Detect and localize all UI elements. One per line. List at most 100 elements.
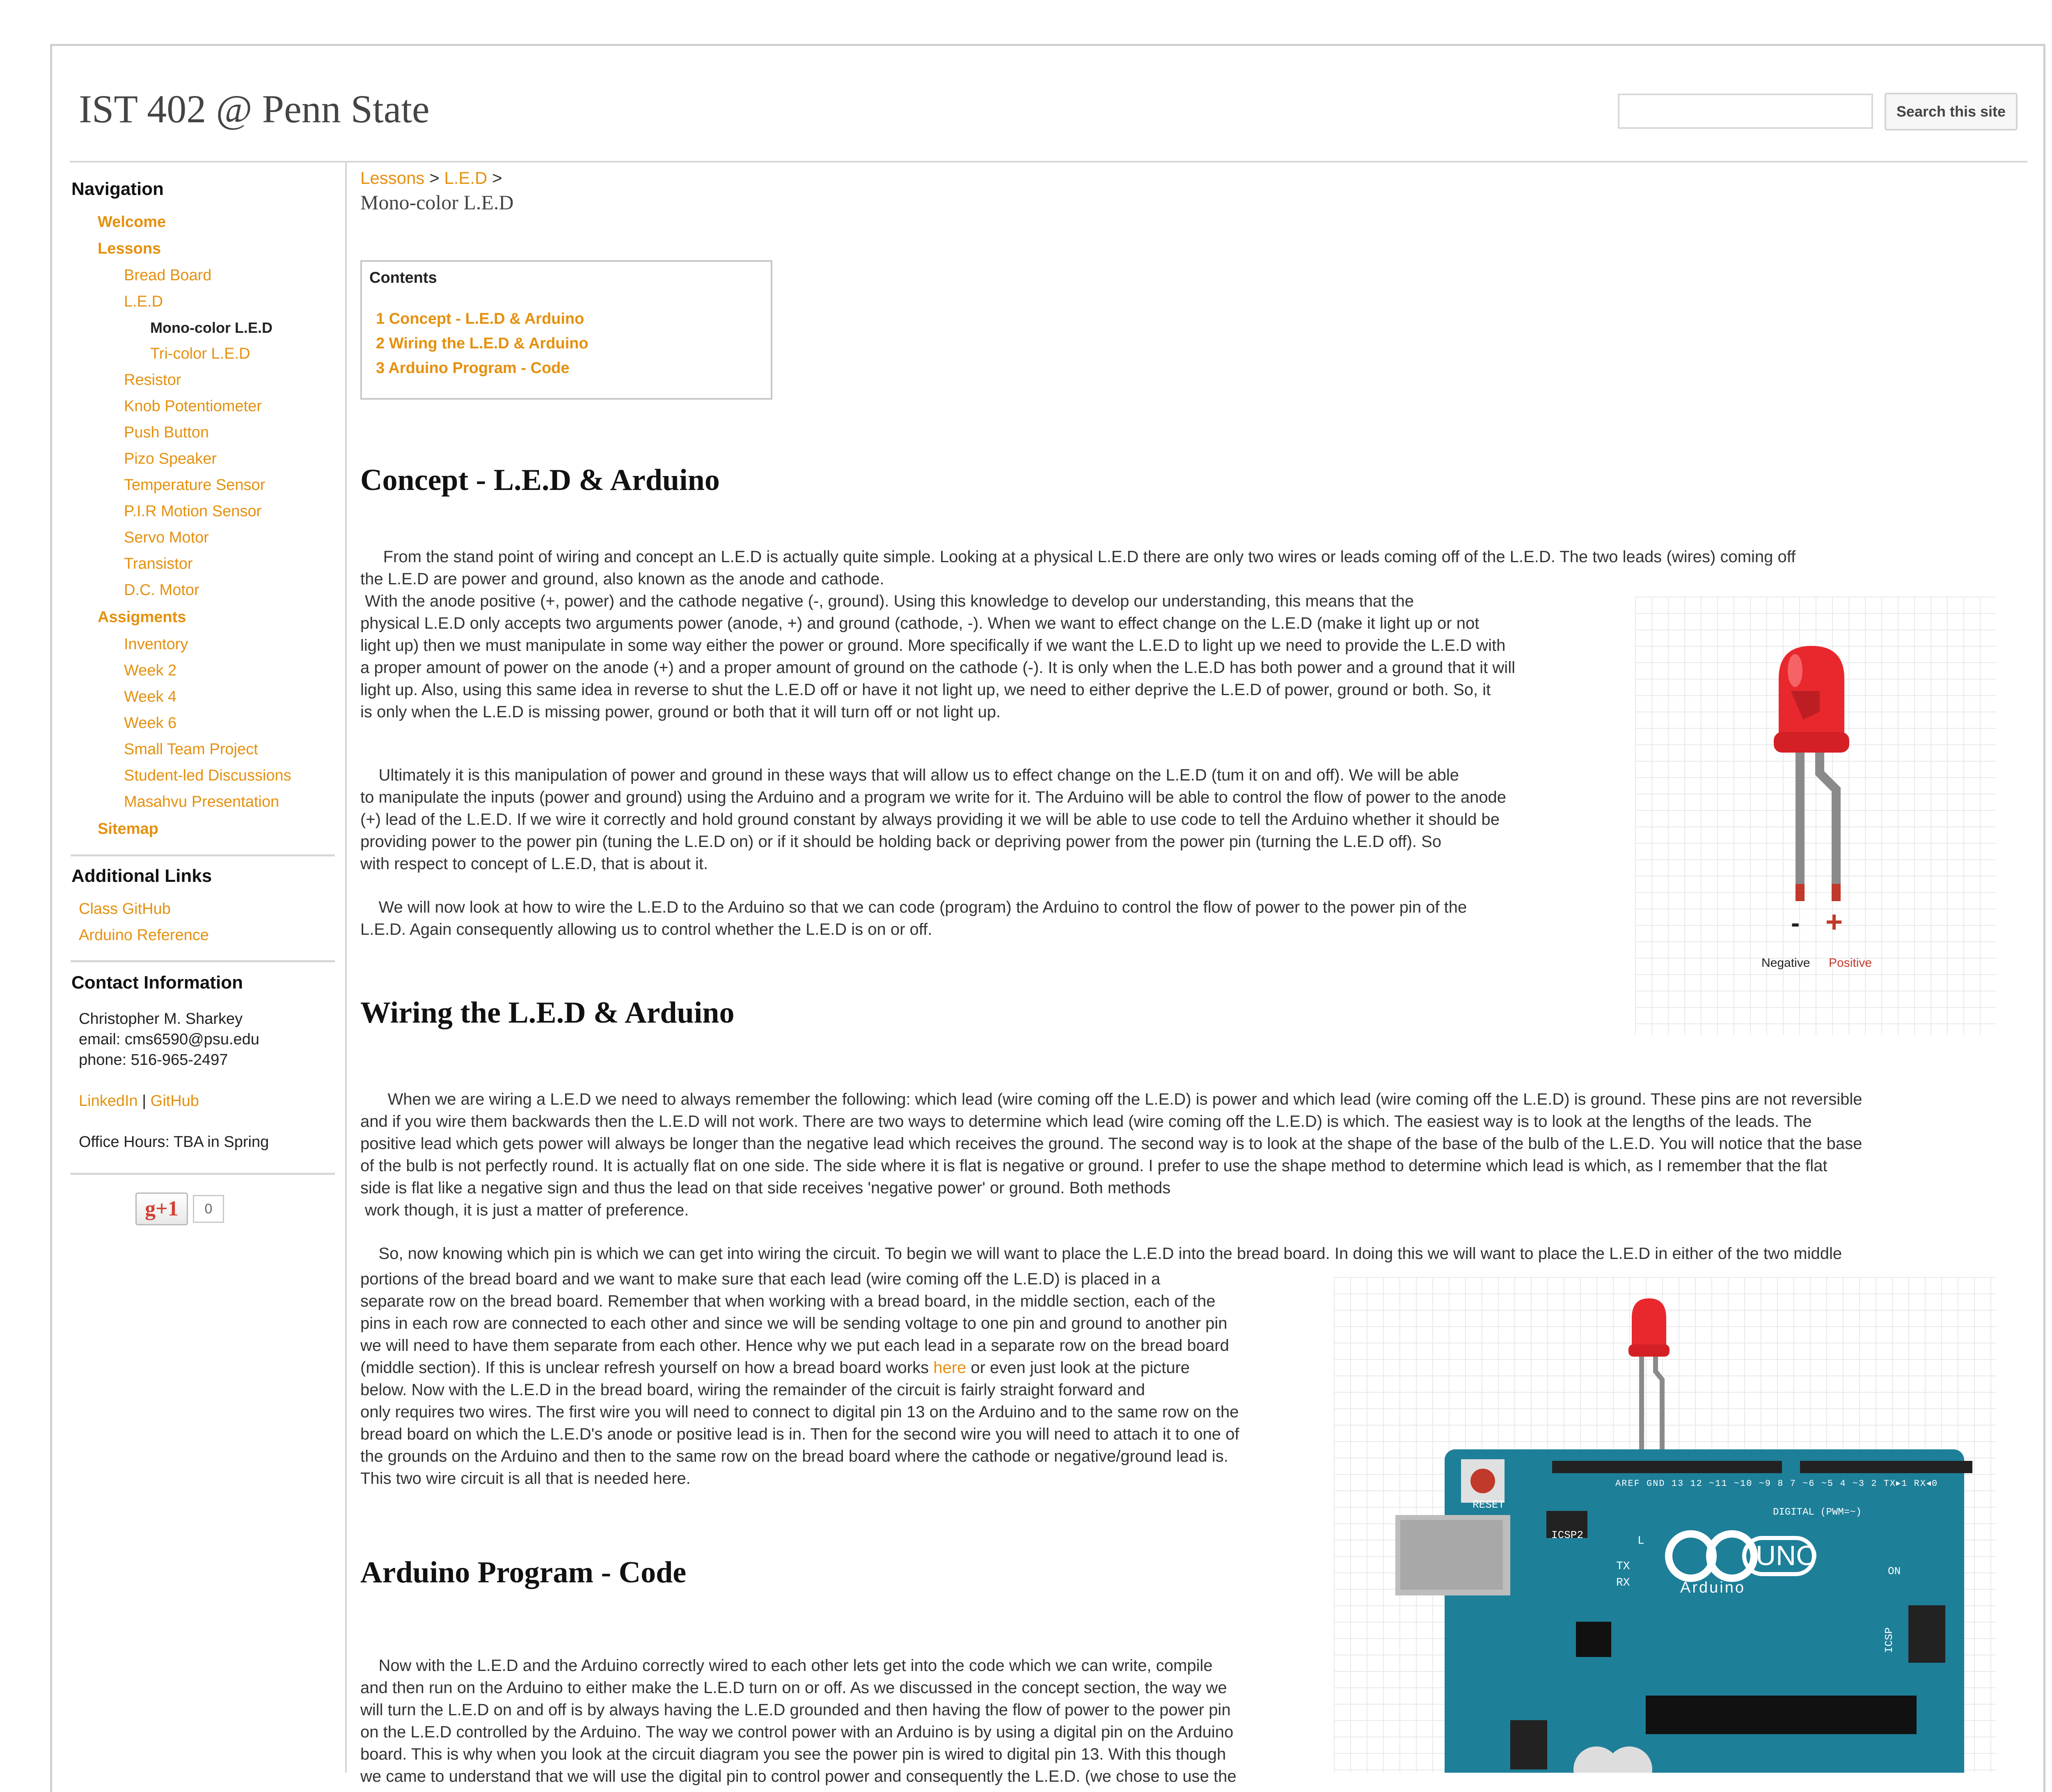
aref-label: AREF (1615, 1478, 1640, 1489)
nav-week2[interactable]: Week 2 (124, 662, 176, 680)
pin-3-label: ~3 (1852, 1478, 1865, 1489)
nav-dc-motor[interactable]: D.C. Motor (124, 581, 199, 599)
nav-week4[interactable]: Week 4 (124, 688, 176, 706)
led-diagram: - + Negative Positive (1635, 597, 1996, 1035)
nav-small-team[interactable]: Small Team Project (124, 741, 258, 758)
uno-label: UNO (1756, 1540, 1818, 1571)
gnd-label: GND (1647, 1478, 1665, 1489)
positive-label: Positive (1829, 956, 1872, 970)
positive-sign: + (1825, 906, 1843, 938)
negative-sign: - (1791, 908, 1800, 938)
nav-masahvu[interactable]: Masahvu Presentation (124, 793, 279, 811)
breadcrumb: Lessons > L.E.D > (360, 168, 502, 188)
pin-2-label: 2 (1871, 1478, 1878, 1489)
github-link[interactable]: GitHub (151, 1092, 199, 1110)
nav-mono-led-current[interactable]: Mono-color L.E.D (150, 319, 273, 336)
nav-welcome[interactable]: Welcome (98, 213, 166, 231)
nav-assigments[interactable]: Assigments (98, 609, 186, 626)
contact-name: Christopher M. Sharkey (79, 1010, 243, 1028)
toc-title: Contents (369, 269, 437, 286)
site-title[interactable]: IST 402 @ Penn State (79, 86, 430, 132)
section-heading-concept: Concept - L.E.D & Arduino (360, 463, 720, 497)
contact-email: email: cms6590@psu.edu (79, 1031, 259, 1048)
link-arduino-reference[interactable]: Arduino Reference (79, 927, 209, 944)
nav-push-button[interactable]: Push Button (124, 424, 209, 442)
page-title: Mono-color L.E.D (360, 191, 514, 214)
section-heading-code: Arduino Program - Code (360, 1556, 687, 1589)
wiring-text: or even just look at the picture (966, 1359, 1190, 1377)
toc-item-wiring[interactable]: 2 Wiring the L.E.D & Arduino (376, 335, 589, 352)
arduino-board (1395, 1449, 1972, 1792)
circuit-led (1628, 1298, 1670, 1458)
nav-led[interactable]: L.E.D (124, 293, 163, 311)
toc-item-concept[interactable]: 1 Concept - L.E.D & Arduino (376, 310, 584, 328)
pin-9-label: ~9 (1759, 1478, 1772, 1489)
pin-0-label: RX◂0 (1914, 1478, 1938, 1489)
nav-temp[interactable]: Temperature Sensor (124, 476, 265, 494)
breadboard-here-link[interactable]: here (933, 1359, 966, 1377)
concept-paragraph-3: We will now look at how to wire the L.E.… (360, 898, 1467, 938)
reset-label: RESET (1473, 1499, 1505, 1511)
google-plus-button[interactable]: g+1 (135, 1192, 188, 1225)
wiring-paragraph-2-first-line: So, now knowing which pin is which we ca… (360, 1245, 1842, 1263)
nav-transistor[interactable]: Transistor (124, 555, 193, 573)
code-paragraph-1: Now with the L.E.D and the Arduino corre… (360, 1657, 1237, 1785)
icsp-label: ICSP (1883, 1627, 1896, 1653)
nav-week6[interactable]: Week 6 (124, 714, 176, 732)
arduino-circuit-diagram: RESET ICSP2 DIGITAL (PWM=~) AREF GND 13 … (1334, 1277, 1996, 1792)
breadcrumb-lessons[interactable]: Lessons (360, 168, 424, 188)
nav-bread-board[interactable]: Bread Board (124, 267, 211, 284)
nav-tri-led[interactable]: Tri-color L.E.D (150, 345, 250, 363)
nav-knob[interactable]: Knob Potentiometer (124, 398, 262, 415)
nav-heading: Navigation (71, 179, 164, 199)
links-heading: Additional Links (71, 866, 212, 886)
linkedin-link[interactable]: LinkedIn (79, 1092, 138, 1110)
search-button[interactable]: Search this site (1885, 93, 2018, 130)
pin-13-label: 13 (1671, 1478, 1684, 1489)
breadcrumb-separator: > (424, 168, 444, 188)
pin-7-label: 7 (1790, 1478, 1796, 1489)
nav-pizo[interactable]: Pizo Speaker (124, 450, 217, 468)
pin-5-label: ~5 (1821, 1478, 1834, 1489)
sidebar-separator (71, 854, 335, 856)
toc-item-code[interactable]: 3 Arduino Program - Code (376, 359, 570, 377)
contact-heading: Contact Information (71, 973, 243, 993)
social-separator: | (137, 1092, 151, 1110)
section-heading-wiring: Wiring the L.E.D & Arduino (360, 996, 735, 1030)
nav-sitemap[interactable]: Sitemap (98, 820, 158, 838)
nav-resistor[interactable]: Resistor (124, 371, 181, 389)
wiring-text: below. Now with the L.E.D in the bread b… (360, 1381, 1239, 1488)
nav-student-led[interactable]: Student-led Discussions (124, 767, 291, 785)
pin-11-label: ~11 (1709, 1478, 1728, 1489)
wiring-paragraph-1: When we are wiring a L.E.D we need to al… (360, 1090, 1862, 1219)
concept-paragraph-1: From the stand point of wiring and conce… (360, 548, 1796, 721)
tx-label: TX (1616, 1560, 1630, 1573)
nav-pir[interactable]: P.I.R Motion Sensor (124, 503, 261, 520)
link-class-github[interactable]: Class GitHub (79, 900, 171, 918)
l-led-label: L (1637, 1535, 1644, 1547)
pin-6-label: ~6 (1802, 1478, 1815, 1489)
office-hours: Office Hours: TBA in Spring (79, 1133, 269, 1151)
pin-8-label: 8 (1777, 1478, 1784, 1489)
concept-paragraph-2: Ultimately it is this manipulation of po… (360, 766, 1507, 873)
icsp2-label: ICSP2 (1551, 1529, 1584, 1541)
breadcrumb-led[interactable]: L.E.D (444, 168, 487, 188)
sidebar-divider (345, 162, 347, 1773)
nav-servo[interactable]: Servo Motor (124, 529, 209, 547)
pin-10-label: ~10 (1734, 1478, 1753, 1489)
nav-lessons[interactable]: Lessons (98, 240, 161, 258)
rx-label: RX (1616, 1577, 1630, 1589)
on-label: ON (1888, 1565, 1901, 1577)
pin-header-labels: AREF GND 13 12 ~11 ~10 ~9 8 7 ~6 ~5 4 ~3… (1615, 1478, 1938, 1489)
led-leads (1796, 753, 1841, 901)
google-plus-widget: g+1 0 (135, 1192, 225, 1227)
table-of-contents: Contents 1 Concept - L.E.D & Arduino 2 W… (360, 260, 772, 400)
breadcrumb-separator: > (487, 168, 502, 188)
nav-inventory[interactable]: Inventory (124, 636, 188, 653)
led-bulb (1774, 646, 1849, 753)
search-input[interactable] (1618, 94, 1873, 129)
sidebar-separator (71, 960, 335, 962)
google-plus-count: 0 (193, 1195, 224, 1223)
pin-12-label: 12 (1690, 1478, 1703, 1489)
arduino-brand-label: Arduino (1680, 1579, 1745, 1596)
